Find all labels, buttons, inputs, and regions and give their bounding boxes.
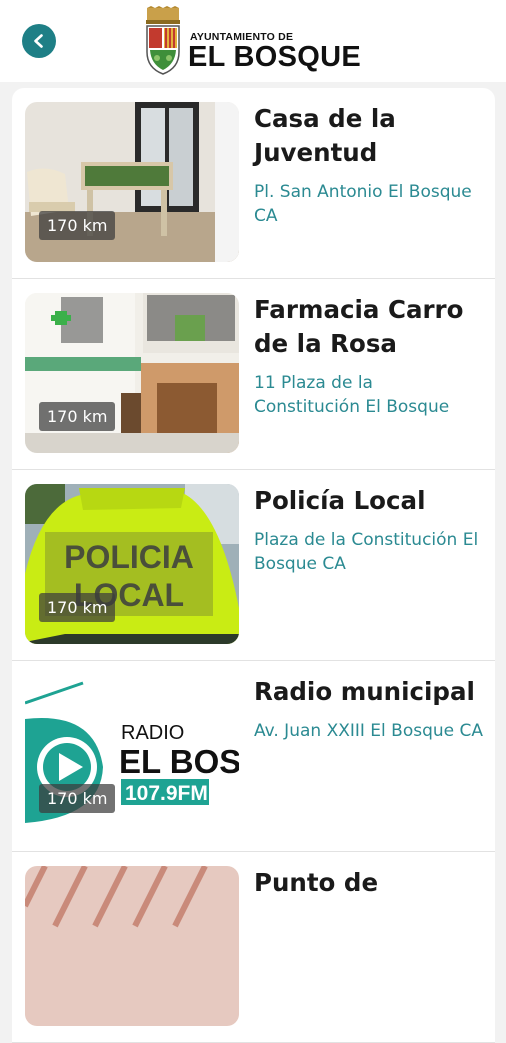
place-title: Casa de la Juventud [254, 104, 396, 167]
police-label: POLICIA [64, 539, 194, 575]
place-address: 11 Plaza de la Constitución El Bosque [254, 373, 450, 417]
distance-badge: 170 km [39, 402, 116, 431]
distance-badge: 170 km [39, 784, 116, 813]
place-card[interactable]: 170 km Casa de la Juventud Pl. San Anton… [12, 88, 495, 279]
chevron-left-icon [34, 34, 43, 48]
radio-logo-text: RADIO [121, 722, 184, 744]
place-card[interactable]: POLICIA LOCAL 170 km Policía Local Plaza… [12, 470, 495, 661]
place-address: Pl. San Antonio El Bosque CA [254, 182, 472, 226]
place-image: POLICIA LOCAL 170 km [25, 484, 239, 644]
place-title: Radio municipal [254, 677, 475, 706]
crest-icon [146, 6, 180, 75]
place-title: Punto de [254, 868, 379, 897]
place-card[interactable]: Punto de [12, 852, 495, 1043]
place-image: 170 km [25, 293, 239, 453]
place-image: 170 km [25, 102, 239, 262]
logo-title: EL BOSQUE [188, 41, 361, 73]
place-title: Policía Local [254, 486, 426, 515]
distance-badge: 170 km [39, 211, 116, 240]
municipality-logo: AYUNTAMIENTO DE EL BOSQUE [142, 6, 374, 76]
place-address: Plaza de la Constitución El Bosque CA [254, 530, 479, 574]
app-header: AYUNTAMIENTO DE EL BOSQUE [0, 0, 506, 82]
place-card[interactable]: 170 km Farmacia Carro de la Rosa 11 Plaz… [12, 279, 495, 470]
distance-badge: 170 km [39, 593, 116, 622]
place-address: Av. Juan XXIII El Bosque CA [254, 721, 484, 741]
place-image: RADIO EL BOSQ 107.9FM 170 km [25, 675, 239, 835]
place-title: Farmacia Carro de la Rosa [254, 295, 464, 358]
place-card[interactable]: RADIO EL BOSQ 107.9FM 170 km Radio munic… [12, 661, 495, 852]
radio-logo-text: EL BOSQ [119, 743, 239, 780]
place-image [25, 866, 239, 1026]
back-button[interactable] [22, 24, 56, 58]
radio-frequency: 107.9FM [125, 782, 208, 805]
